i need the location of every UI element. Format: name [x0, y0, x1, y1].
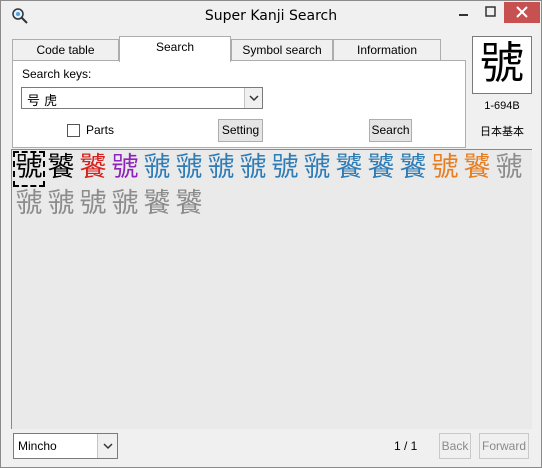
search-keys-label: Search keys: [22, 67, 92, 81]
result-kanji[interactable]: 虢 [493, 151, 525, 187]
maximize-button[interactable] [477, 2, 504, 23]
font-select-value: Mincho [18, 439, 57, 453]
search-panel: Search keys: 号 虎 Parts Setting Search [12, 60, 466, 148]
minimize-button[interactable] [450, 2, 477, 23]
back-button[interactable]: Back [439, 433, 471, 459]
result-kanji[interactable]: 號 [13, 151, 45, 187]
result-kanji[interactable]: 虢 [173, 151, 205, 187]
result-kanji[interactable]: 饕 [45, 151, 77, 187]
search-keys-combobox[interactable]: 号 虎 [21, 87, 263, 109]
close-button[interactable] [504, 2, 540, 23]
minimize-icon [459, 14, 468, 16]
tab-information[interactable]: Information [333, 39, 441, 61]
result-kanji[interactable]: 虢 [237, 151, 269, 187]
result-kanji[interactable]: 饕 [141, 187, 173, 223]
parts-checkbox[interactable] [67, 124, 80, 137]
result-kanji[interactable]: 號 [269, 151, 301, 187]
preview-character: 號 [480, 38, 524, 89]
result-kanji[interactable]: 號 [429, 151, 461, 187]
result-kanji[interactable]: 號 [77, 187, 109, 223]
font-dropdown-button[interactable] [97, 434, 117, 458]
font-select[interactable]: Mincho [13, 433, 118, 459]
forward-button[interactable]: Forward [479, 433, 529, 459]
search-keys-value: 号 虎 [27, 94, 58, 109]
preview-standard: 日本基本 [480, 125, 524, 138]
results-grid: 號饕饕號虢虢虢虢號虢饕饕饕號饕虢虢虢號虢饕饕 [13, 151, 532, 223]
preview-code: 1-694B [484, 100, 520, 112]
results-area: 號饕饕號虢虢虢虢號虢饕饕饕號饕虢虢虢號虢饕饕 [11, 149, 532, 429]
result-kanji[interactable]: 饕 [333, 151, 365, 187]
result-kanji[interactable]: 饕 [365, 151, 397, 187]
page-indicator: 1 / 1 [394, 439, 418, 453]
status-bar: Mincho 1 / 1 Back Forward [1, 431, 541, 467]
parts-label: Parts [86, 123, 115, 137]
tab-symbol-search[interactable]: Symbol search [231, 39, 333, 61]
setting-button[interactable]: Setting [218, 119, 263, 142]
result-kanji[interactable]: 號 [109, 151, 141, 187]
result-kanji[interactable]: 饕 [397, 151, 429, 187]
result-kanji[interactable]: 虢 [205, 151, 237, 187]
result-kanji[interactable]: 虢 [13, 187, 45, 223]
title-bar: Super Kanji Search [1, 1, 541, 32]
result-kanji[interactable]: 饕 [173, 187, 205, 223]
search-button[interactable]: Search [369, 119, 412, 142]
tab-code-table[interactable]: Code table [12, 39, 119, 61]
app-window: Super Kanji Search Code table Search Sym… [0, 0, 542, 468]
chevron-down-icon [248, 95, 259, 102]
result-kanji[interactable]: 虢 [45, 187, 77, 223]
search-keys-dropdown-button[interactable] [244, 88, 262, 108]
kanji-preview: 號 [472, 36, 532, 94]
result-kanji[interactable]: 虢 [301, 151, 333, 187]
close-icon [516, 6, 528, 18]
result-kanji[interactable]: 饕 [77, 151, 109, 187]
chevron-down-icon [102, 443, 113, 450]
result-kanji[interactable]: 虢 [109, 187, 141, 223]
tab-search[interactable]: Search [119, 36, 231, 62]
result-kanji[interactable]: 饕 [461, 151, 493, 187]
maximize-icon [485, 6, 496, 17]
result-kanji[interactable]: 虢 [141, 151, 173, 187]
